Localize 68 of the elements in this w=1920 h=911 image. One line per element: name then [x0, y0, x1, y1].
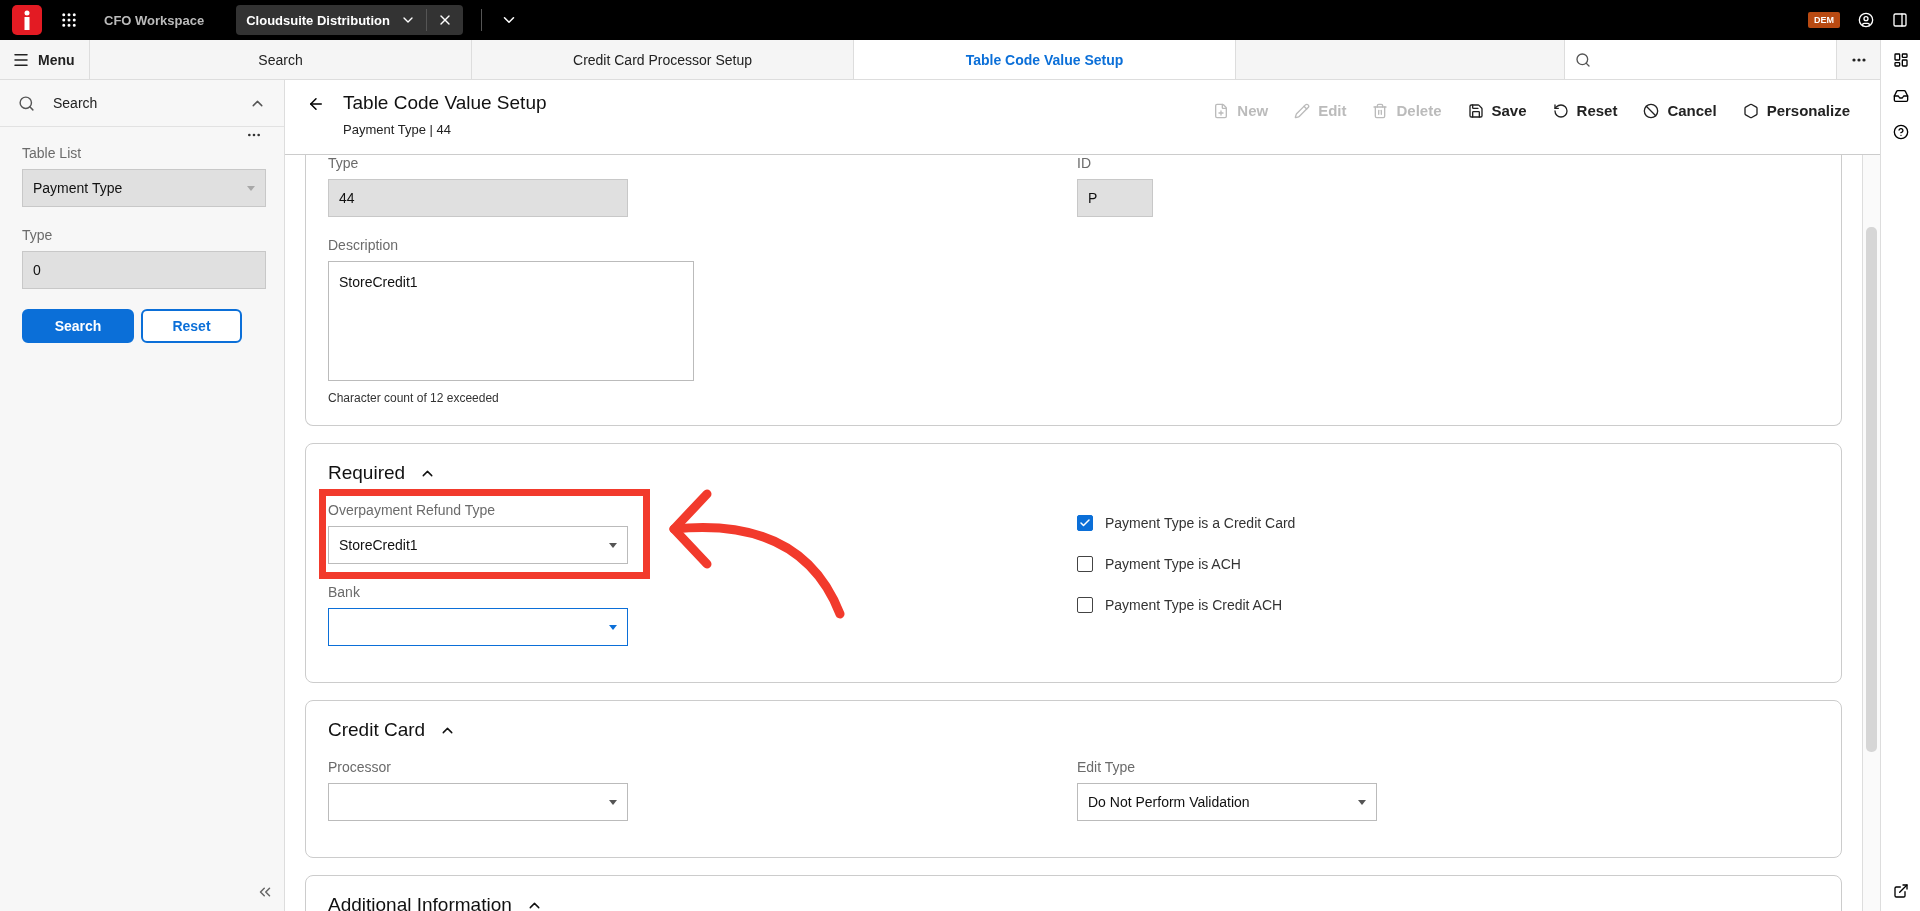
search-button[interactable]: Search — [22, 309, 134, 343]
caret-icon — [247, 185, 255, 191]
trash-icon — [1372, 102, 1389, 119]
text-field[interactable]: 0 — [22, 251, 266, 289]
hexagon-icon — [1742, 102, 1759, 119]
caret-icon — [609, 624, 617, 630]
checkbox[interactable] — [1077, 596, 1093, 613]
search-icon — [18, 94, 35, 112]
cancel-icon — [1643, 102, 1660, 119]
check-icon — [1079, 516, 1091, 529]
page-title: Table Code Value Setup — [343, 92, 547, 114]
field-label: Description — [328, 237, 399, 253]
more-icon — [1851, 57, 1866, 62]
app-title: CFO Workspace — [104, 12, 205, 28]
checkbox[interactable] — [1077, 514, 1093, 531]
search-field[interactable] — [1564, 40, 1837, 79]
external-link-icon[interactable] — [1892, 883, 1909, 899]
field-label: Table List — [22, 145, 82, 161]
toolbar-button[interactable]: Reset — [1552, 102, 1618, 119]
dropdown-field[interactable] — [328, 783, 628, 821]
field-label: Type — [22, 227, 53, 243]
reset-button[interactable]: Reset — [141, 309, 242, 343]
pencil-icon — [1294, 102, 1311, 119]
dropdown-field[interactable]: Payment Type — [22, 169, 266, 207]
section-header[interactable]: Required — [328, 462, 437, 484]
readonly-field: 44 — [328, 179, 628, 217]
field-label: ID — [1077, 155, 1091, 171]
tab[interactable]: Table Code Value Setup — [854, 40, 1236, 79]
field-label: Processor — [328, 759, 392, 775]
field-label: Type — [328, 155, 359, 171]
checkbox-label: Payment Type is Credit ACH — [1105, 596, 1283, 613]
toolbar-button[interactable]: Cancel — [1643, 102, 1717, 119]
new-file-icon — [1213, 102, 1230, 119]
user-icon[interactable] — [1858, 12, 1874, 28]
panel-icon[interactable] — [1892, 12, 1908, 28]
field-label: Bank — [328, 584, 360, 600]
caret-icon — [609, 799, 617, 805]
caret-icon — [1358, 799, 1366, 805]
dropdown-field[interactable] — [328, 608, 628, 646]
checkbox-label: Payment Type is ACH — [1105, 555, 1241, 572]
section-header[interactable]: Additional Information — [328, 894, 543, 911]
workspace-tab[interactable]: Cloudsuite Distribution — [236, 5, 463, 35]
field-label: Overpayment Refund Type — [328, 502, 496, 518]
toolbar-button[interactable]: Save — [1467, 102, 1527, 119]
reset-icon — [1552, 102, 1569, 119]
readonly-field: P — [1077, 179, 1153, 217]
save-icon — [1467, 102, 1484, 119]
dropdown-field[interactable]: StoreCredit1 — [328, 526, 628, 564]
section-header[interactable]: Credit Card — [328, 719, 457, 741]
field-label: Edit Type — [1077, 759, 1136, 775]
back-icon[interactable] — [307, 95, 325, 113]
inbox-icon[interactable] — [1892, 88, 1909, 104]
user-badge: DEM — [1808, 12, 1840, 28]
page-subtitle: Payment Type | 44 — [343, 122, 452, 137]
description-field[interactable]: StoreCredit1 — [328, 261, 694, 381]
scrollbar[interactable] — [1862, 155, 1880, 911]
checkbox-label: Payment Type is a Credit Card — [1105, 514, 1296, 531]
checkbox[interactable] — [1077, 555, 1093, 572]
toolbar-button[interactable]: Personalize — [1742, 102, 1850, 119]
search-icon — [1575, 51, 1591, 68]
field-hint: Character count of 12 exceeded — [328, 391, 499, 405]
help-icon[interactable] — [1892, 124, 1909, 140]
sidebar-title: Search — [53, 95, 98, 111]
dashboard-icon[interactable] — [1892, 52, 1909, 68]
app-logo[interactable] — [12, 5, 42, 35]
caret-icon — [609, 542, 617, 548]
dropdown-field[interactable]: Do Not Perform Validation — [1077, 783, 1377, 821]
apps-grid-icon[interactable] — [60, 11, 78, 29]
